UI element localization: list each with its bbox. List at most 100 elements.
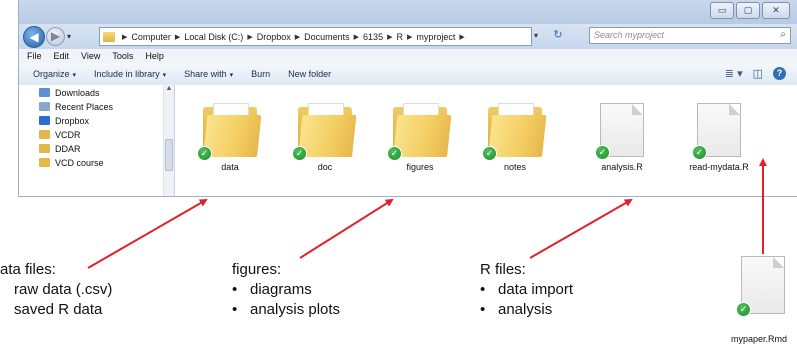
view-tools: ≣ ▾ ◫ ? [725,67,786,80]
recent-places-icon [39,102,50,111]
arrow-r-files [529,199,633,259]
r-script-icon: ✓ [692,103,741,160]
downloads-icon [39,88,50,97]
sync-check-icon: ✓ [692,145,707,160]
search-icon[interactable]: ⌕ [780,29,786,40]
file-label: doc [317,162,333,172]
folder-icon: ✓ [292,103,357,161]
annotation-heading: figures: [232,261,282,278]
recent-pages-dropdown[interactable]: ▾ [67,32,71,41]
nav-item-downloads[interactable]: Downloads [39,86,174,99]
annotation-heading: R files: [480,261,526,278]
folder-icon: ✓ [197,103,262,161]
sync-check-icon: ✓ [736,302,751,317]
arrow-figures [299,198,394,259]
folder-icon [39,144,50,153]
search-input[interactable]: Search myproject ⌕ [589,27,791,44]
file-item-read-mydata-r[interactable]: ✓ read-mydata.R [679,103,759,172]
annotation-heading: ata files: [0,261,56,278]
dropbox-icon [39,116,50,125]
file-item-analysis-r[interactable]: ✓ analysis.R [582,103,662,172]
breadcrumb-dropbox[interactable]: Dropbox [257,32,291,42]
navigation-pane: Downloads Recent Places Dropbox VCDR DDA… [19,85,175,196]
address-bar[interactable]: ▶ Computer ▶ Local Disk (C:) ▶ Dropbox ▶… [99,27,532,46]
annotation-item: • data import [480,281,574,298]
organize-button[interactable]: Organize ▾ [33,69,76,79]
file-label: data [221,162,239,172]
nav-item-vcd-course[interactable]: VCD course [39,156,174,169]
breadcrumb-myproject[interactable]: myproject [416,32,455,42]
preview-pane-icon[interactable]: ◫ [753,67,763,80]
menu-bar: File Edit View Tools Help [19,49,797,63]
menu-help[interactable]: Help [145,51,164,61]
file-label: notes [503,162,527,172]
breadcrumb-local-disk[interactable]: Local Disk (C:) [184,32,243,42]
scroll-thumb[interactable] [165,139,173,171]
share-with-button[interactable]: Share with ▾ [184,69,233,79]
forward-button[interactable]: ▶ [46,27,65,46]
breadcrumb-6135[interactable]: 6135 [363,32,383,42]
minimize-button[interactable]: ▭ [710,2,734,19]
file-item-figures[interactable]: ✓ figures [380,103,460,172]
file-label: analysis.R [601,162,643,172]
file-item-notes[interactable]: ✓ notes [475,103,555,172]
refresh-button[interactable]: ↻ [547,27,569,44]
file-item-data[interactable]: ✓ data [190,103,270,172]
annotation-r-files: R files: • data import • analysis [480,260,573,320]
back-button[interactable]: ◀ [23,25,45,48]
address-folder-icon [103,31,115,42]
scroll-up-arrow-icon[interactable]: ▲ [164,85,174,92]
breadcrumb-r[interactable]: R [396,32,403,42]
change-view-icon[interactable]: ≣ ▾ [725,67,743,80]
help-icon[interactable]: ? [773,67,786,80]
annotation-item: raw data (.csv) [14,281,113,298]
nav-item-vcdr[interactable]: VCDR [39,128,174,141]
folder-icon: ✓ [482,103,547,161]
window-caption-buttons: ▭ ▢ ✕ [710,2,790,19]
menu-file[interactable]: File [27,51,42,61]
annotation-item: • analysis [480,301,553,318]
file-label: mypaper.Rmd [730,334,788,344]
annotation-figures: figures: • diagrams • analysis plots [232,260,340,320]
sync-check-icon: ✓ [197,146,212,161]
breadcrumb-computer[interactable]: Computer [131,32,171,42]
folder-icon [39,130,50,139]
folder-icon: ✓ [387,103,452,161]
sync-check-icon: ✓ [387,146,402,161]
nav-item-recent-places[interactable]: Recent Places [39,100,174,113]
menu-edit[interactable]: Edit [54,51,70,61]
content-area: Downloads Recent Places Dropbox VCDR DDA… [19,85,797,196]
maximize-button[interactable]: ▢ [736,2,760,19]
title-bar[interactable]: ▭ ▢ ✕ [19,0,797,24]
arrow-data-files [87,199,208,269]
menu-view[interactable]: View [81,51,100,61]
sync-check-icon: ✓ [482,146,497,161]
search-placeholder: Search myproject [594,30,665,40]
address-row: ◀ ▶ ▾ ▶ Computer ▶ Local Disk (C:) ▶ Dro… [19,24,797,49]
file-label: read-mydata.R [689,162,749,172]
sync-check-icon: ✓ [595,145,610,160]
annotation-item: saved R data [14,301,103,318]
menu-tools[interactable]: Tools [112,51,133,61]
breadcrumb-documents[interactable]: Documents [304,32,350,42]
command-bar: Organize ▾ Include in library ▾ Share with… [19,63,797,86]
rmarkdown-file-icon: ✓ [736,256,785,317]
nav-item-dropbox[interactable]: Dropbox [39,114,174,127]
explorer-window: ▭ ▢ ✕ ◀ ▶ ▾ ▶ Computer ▶ Local Disk (C:)… [18,0,797,197]
nav-item-ddar[interactable]: DDAR [39,142,174,155]
include-in-library-button[interactable]: Include in library ▾ [94,69,166,79]
file-list-pane: ✓ data ✓ doc ✓ figures ✓ notes ✓ analysi… [175,85,797,196]
file-item-mypaper-rmd[interactable]: ✓ mypaper.Rmd [731,256,797,349]
close-button[interactable]: ✕ [762,2,790,19]
address-history-dropdown[interactable]: ▾ [530,27,542,44]
folder-icon [39,158,50,167]
file-item-doc[interactable]: ✓ doc [285,103,365,172]
sync-check-icon: ✓ [292,146,307,161]
r-script-icon: ✓ [595,103,644,160]
annotation-item: • diagrams [232,281,312,298]
burn-button[interactable]: Burn [251,69,270,79]
file-label: figures [406,162,434,172]
new-folder-button[interactable]: New folder [288,69,331,79]
annotation-item: • analysis plots [232,301,341,318]
nav-pane-scrollbar[interactable]: ▲ [163,85,174,196]
